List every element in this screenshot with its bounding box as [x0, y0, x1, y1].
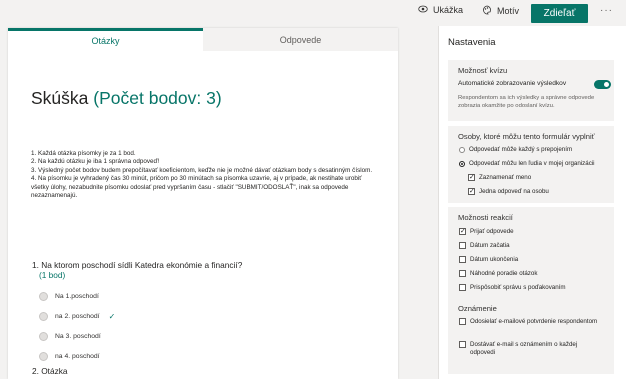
- one-response-label: Jedna odpoveď na osobu: [479, 188, 549, 195]
- option-label: Na 1.poschodí: [55, 293, 99, 300]
- shuffle-option[interactable]: Náhodné poradie otázok: [459, 270, 537, 278]
- who-can-respond-section: Osoby, ktoré môžu tento formulár vyplniť…: [448, 126, 614, 203]
- checkbox-checked[interactable]: ✓: [468, 174, 475, 181]
- notifications-heading: Oznámenie: [458, 304, 497, 313]
- form-title[interactable]: Skúška (Počet bodov: 3): [31, 88, 222, 109]
- customize-thanks-label: Prispôsobiť správu s poďakovaním: [470, 284, 566, 291]
- end-date-option[interactable]: Dátum ukončenia: [459, 256, 518, 264]
- auto-results-label: Automatické zobrazovanie výsledkov: [458, 80, 567, 87]
- radio-button[interactable]: [39, 352, 48, 361]
- start-date-label: Dátum začatia: [470, 242, 510, 249]
- theme-button[interactable]: Motív: [482, 5, 519, 17]
- option-label: na 2. poschodí: [55, 313, 100, 320]
- record-name-label: Zaznamenať meno: [479, 174, 532, 181]
- accept-responses-label: Prijať odpovede: [470, 228, 514, 235]
- question-1-option[interactable]: Na 3. poschodí: [39, 332, 101, 341]
- checkbox-checked[interactable]: ✓: [459, 228, 466, 235]
- palette-icon: [482, 5, 492, 17]
- end-date-label: Dátum ukončenia: [470, 256, 519, 263]
- radio-button[interactable]: [459, 147, 465, 153]
- description-line: 3. Výsledný počet bodov budem prepočítav…: [31, 166, 373, 174]
- correct-answer-check-icon: ✓: [108, 312, 116, 321]
- question-1-points: (1 bod): [39, 270, 66, 280]
- checkbox-checked[interactable]: ✓: [468, 188, 475, 195]
- more-options-icon[interactable]: ···: [600, 5, 613, 16]
- form-description[interactable]: 1. Každá otázka písomky je za 1 bod. 2. …: [31, 150, 376, 200]
- response-options-section: Možnosti reakcií ✓ Prijať odpovede Dátum…: [448, 207, 614, 374]
- question-2-title[interactable]: 2. Otázka: [32, 366, 68, 376]
- accept-responses-option[interactable]: ✓ Prijať odpovede: [459, 228, 514, 236]
- tab-questions[interactable]: Otázky: [8, 28, 203, 51]
- email-confirmation-label: Odosielať e-mailové potvrdenie responden…: [470, 318, 598, 325]
- preview-label: Ukážka: [433, 5, 464, 15]
- share-button[interactable]: Zdieľať: [531, 4, 588, 23]
- one-response-option[interactable]: ✓ Jedna odpoveď na osobu: [468, 188, 549, 196]
- option-organization[interactable]: Odpovedať môžu len ľudia v mojej organiz…: [459, 160, 595, 168]
- record-name-option[interactable]: ✓ Zaznamenať meno: [468, 174, 531, 182]
- form-editor: Otázky Odpovede Skúška (Počet bodov: 3) …: [8, 28, 398, 379]
- option-anyone-label: Odpovedať môže každý s prepojením: [469, 146, 573, 153]
- checkbox[interactable]: [459, 318, 466, 325]
- form-points: (Počet bodov: 3): [93, 88, 222, 108]
- response-options-heading: Možnosti reakcií: [458, 213, 513, 222]
- description-line: 1. Každá otázka písomky je za 1 bod.: [31, 150, 136, 157]
- preview-button[interactable]: Ukážka: [418, 5, 463, 15]
- settings-title: Nastavenia: [448, 37, 496, 48]
- question-1-option[interactable]: Na 1.poschodí: [39, 292, 99, 301]
- quiz-options-section: Možnosť kvízu Automatické zobrazovanie v…: [448, 60, 614, 121]
- tab-responses[interactable]: Odpovede: [203, 28, 398, 51]
- start-date-option[interactable]: Dátum začatia: [459, 242, 510, 250]
- radio-button[interactable]: [459, 161, 465, 167]
- description-line: 2. Na každú otázku je iba 1 správna odpo…: [31, 158, 160, 166]
- description-line: 4. Na písomku je vyhradený čas 30 minút,…: [31, 175, 362, 200]
- auto-results-note: Respondentom sa ich výsledky a správne o…: [458, 95, 595, 109]
- option-organization-label: Odpovedať môžu len ľudia v mojej organiz…: [469, 160, 595, 167]
- theme-label: Motív: [497, 6, 520, 16]
- top-toolbar: Ukážka Motív Zdieľať ···: [0, 0, 626, 26]
- auto-results-toggle[interactable]: [594, 80, 611, 89]
- question-1-option[interactable]: na 2. poschodí ✓: [39, 312, 115, 321]
- radio-button[interactable]: [39, 312, 48, 321]
- question-1-title[interactable]: 1. Na ktorom poschodí sídli Katedra ekon…: [32, 260, 242, 270]
- email-notification-label: Dostávať e-mail s oznámením o každej odp…: [470, 341, 578, 356]
- settings-panel: Nastavenia Možnosť kvízu Automatické zob…: [438, 26, 626, 379]
- option-label: Na 3. poschodí: [55, 333, 101, 340]
- checkbox[interactable]: [459, 242, 466, 249]
- option-anyone[interactable]: Odpovedať môže každý s prepojením: [459, 146, 572, 154]
- checkbox[interactable]: [459, 341, 466, 348]
- customize-thanks-option[interactable]: Prispôsobiť správu s poďakovaním: [459, 284, 566, 292]
- option-label: na 4. poschodí: [55, 353, 100, 360]
- who-can-respond-heading: Osoby, ktoré môžu tento formulár vyplniť: [458, 132, 595, 141]
- email-confirmation-option[interactable]: Odosielať e-mailové potvrdenie responden…: [459, 318, 599, 326]
- question-1-option[interactable]: na 4. poschodí: [39, 352, 100, 361]
- email-notification-option[interactable]: Dostávať e-mail s oznámením o každej odp…: [459, 341, 599, 356]
- radio-button[interactable]: [39, 292, 48, 301]
- eye-icon: [418, 5, 428, 15]
- form-title-text: Skúška: [31, 88, 89, 108]
- shuffle-label: Náhodné poradie otázok: [470, 270, 538, 277]
- checkbox[interactable]: [459, 270, 466, 277]
- quiz-options-heading: Možnosť kvízu: [458, 66, 508, 75]
- checkbox[interactable]: [459, 284, 466, 291]
- checkbox[interactable]: [459, 256, 466, 263]
- radio-button[interactable]: [39, 332, 48, 341]
